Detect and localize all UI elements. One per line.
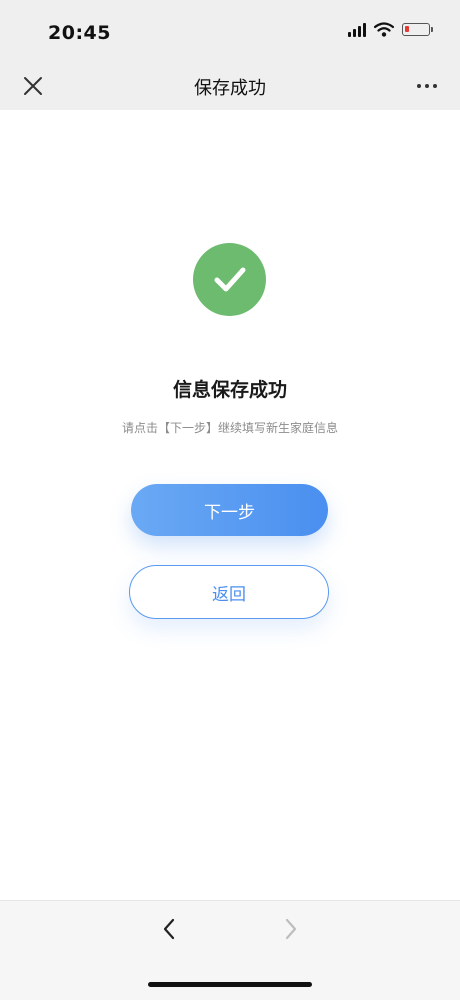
- more-icon[interactable]: [414, 73, 440, 99]
- check-circle-icon: [193, 243, 266, 316]
- check-mark-icon: [214, 267, 246, 292]
- page-title: 保存成功: [194, 78, 266, 99]
- result-subtitle: 请点击【下一步】继续填写新生家庭信息: [121, 421, 338, 435]
- wifi-icon: [374, 22, 394, 37]
- home-indicator[interactable]: [148, 982, 312, 987]
- browser-toolbar: [0, 900, 460, 1000]
- status-time: 20:45: [48, 22, 111, 44]
- battery-level: [405, 26, 409, 32]
- result-title: 信息保存成功: [172, 379, 287, 401]
- chevron-right-icon[interactable]: [276, 915, 304, 943]
- battery-icon: [402, 23, 433, 36]
- back-button[interactable]: 返回: [129, 565, 329, 619]
- signal-icon: [348, 22, 366, 37]
- status-bar: 20:45: [0, 0, 460, 64]
- next-step-button[interactable]: 下一步: [131, 484, 328, 536]
- chevron-left-icon[interactable]: [156, 915, 184, 943]
- status-icons: [348, 22, 433, 37]
- nav-bar: 保存成功: [0, 64, 460, 110]
